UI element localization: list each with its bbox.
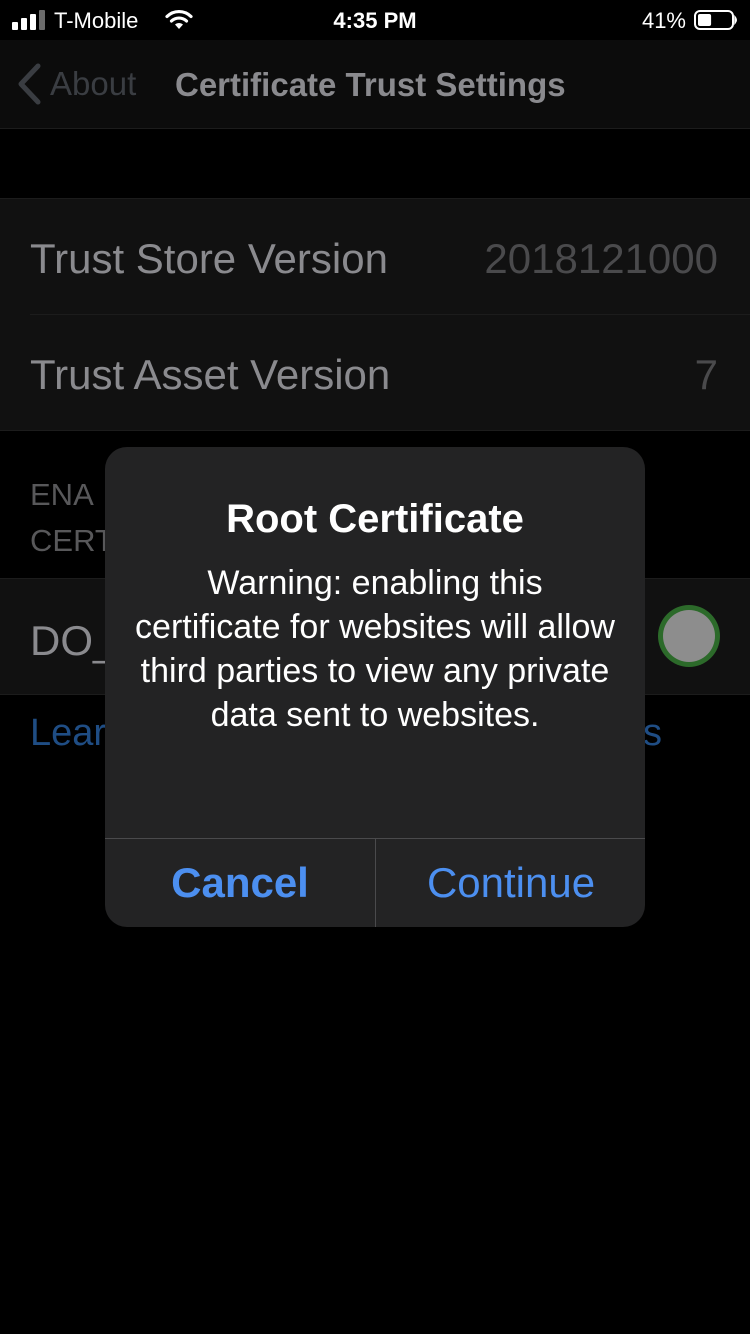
row-label: Trust Asset Version bbox=[30, 351, 391, 398]
row-value: 2018121000 bbox=[484, 235, 718, 282]
toggle-knob bbox=[663, 610, 715, 662]
chevron-left-icon bbox=[18, 63, 41, 105]
certificate-trust-toggle[interactable] bbox=[658, 605, 720, 667]
status-time: 4:35 PM bbox=[333, 8, 417, 33]
back-button[interactable]: About bbox=[16, 62, 136, 106]
version-group: Trust Store Version 2018121000 Trust Ass… bbox=[0, 198, 750, 431]
status-bar: T-Mobile 4:35 PM 41% bbox=[0, 0, 750, 40]
alert-message: Warning: enabling this certificate for w… bbox=[135, 564, 615, 734]
certificate-name: DO_ bbox=[30, 617, 117, 664]
continue-button[interactable]: Continue bbox=[376, 839, 645, 927]
battery-icon bbox=[694, 10, 737, 30]
root-certificate-alert: Root Certificate Warning: enabling this … bbox=[105, 447, 645, 927]
back-button-label: About bbox=[50, 65, 137, 102]
row-label: Trust Store Version bbox=[30, 235, 388, 282]
cancel-button[interactable]: Cancel bbox=[105, 839, 375, 927]
navigation-bar: About Certificate Trust Settings bbox=[0, 40, 750, 129]
section-header: ENA CERT bbox=[30, 477, 114, 558]
trust-store-version-row: Trust Store Version 2018121000 bbox=[0, 199, 750, 314]
trust-asset-version-row: Trust Asset Version 7 bbox=[30, 314, 750, 430]
battery-percent: 41% bbox=[641, 8, 686, 33]
page-title: Certificate Trust Settings bbox=[175, 66, 566, 103]
row-value: 7 bbox=[694, 351, 718, 398]
learn-more-link[interactable]: Lear bbox=[30, 712, 106, 755]
learn-more-link-tail[interactable]: s bbox=[643, 712, 662, 755]
alert-title: Root Certificate bbox=[226, 497, 524, 541]
